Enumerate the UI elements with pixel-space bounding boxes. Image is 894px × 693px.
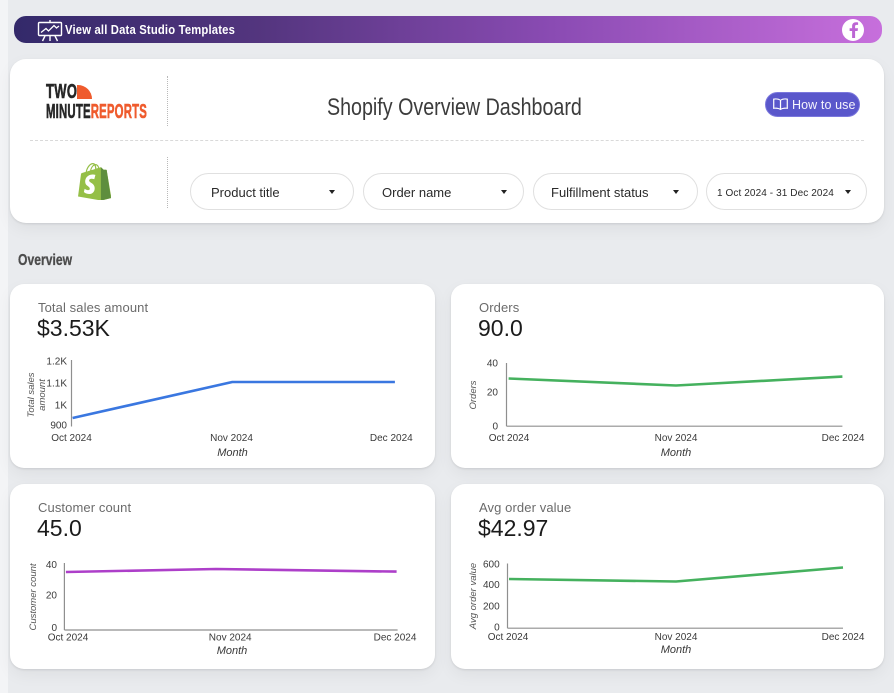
- svg-text:Orders: Orders: [468, 380, 479, 409]
- svg-text:Oct 2024: Oct 2024: [48, 633, 89, 644]
- svg-text:400: 400: [483, 580, 500, 591]
- svg-text:Nov 2024: Nov 2024: [655, 433, 698, 444]
- svg-text:Avg order value: Avg order value: [468, 563, 479, 630]
- svg-text:600: 600: [483, 560, 500, 571]
- svg-text:Nov 2024: Nov 2024: [210, 433, 253, 444]
- svg-text:900: 900: [50, 421, 67, 432]
- svg-text:Oct 2024: Oct 2024: [51, 433, 92, 444]
- svg-text:40: 40: [487, 359, 499, 370]
- svg-text:Month: Month: [217, 645, 248, 657]
- svg-text:Dec 2024: Dec 2024: [822, 632, 865, 643]
- svg-text:Nov 2024: Nov 2024: [655, 632, 698, 643]
- svg-text:1.2K: 1.2K: [46, 357, 67, 368]
- svg-text:Month: Month: [661, 644, 692, 656]
- svg-text:20: 20: [46, 591, 58, 602]
- svg-text:Oct 2024: Oct 2024: [488, 632, 529, 643]
- svg-text:amount: amount: [37, 379, 48, 411]
- svg-text:1K: 1K: [55, 401, 68, 412]
- svg-text:20: 20: [487, 388, 499, 399]
- svg-text:Dec 2024: Dec 2024: [822, 433, 865, 444]
- svg-text:Month: Month: [217, 447, 248, 459]
- svg-text:Month: Month: [661, 447, 692, 459]
- svg-text:Nov 2024: Nov 2024: [209, 633, 252, 644]
- svg-text:40: 40: [46, 560, 58, 571]
- svg-text:Oct 2024: Oct 2024: [489, 433, 530, 444]
- svg-text:200: 200: [483, 602, 500, 613]
- svg-text:Customer count: Customer count: [28, 563, 39, 630]
- svg-text:Dec 2024: Dec 2024: [374, 633, 417, 644]
- svg-text:1.1K: 1.1K: [46, 379, 67, 390]
- svg-text:0: 0: [492, 422, 498, 433]
- svg-text:Total sales: Total sales: [26, 372, 37, 417]
- svg-text:Dec 2024: Dec 2024: [370, 433, 413, 444]
